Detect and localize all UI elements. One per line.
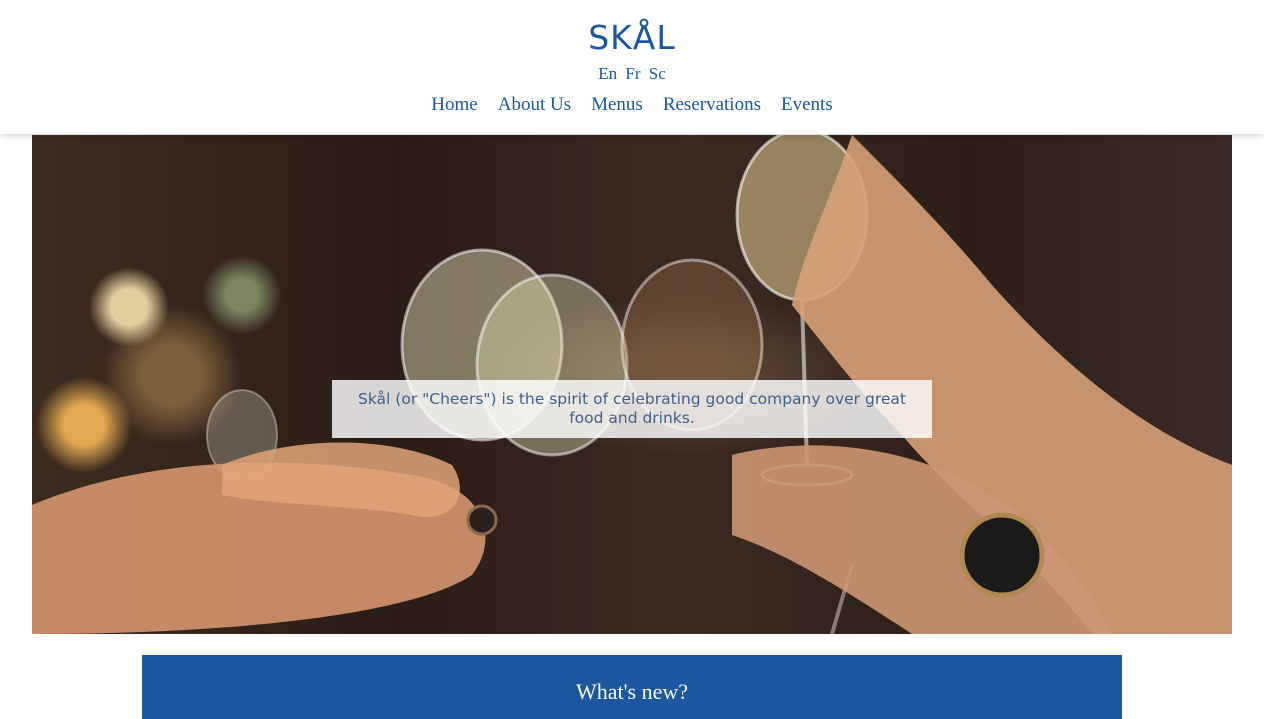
site-header: SKÅL En Fr Sc Home About Us Menus Reserv… bbox=[0, 0, 1264, 134]
language-fr[interactable]: Fr bbox=[625, 64, 640, 83]
language-en[interactable]: En bbox=[598, 64, 617, 83]
nav-reservations[interactable]: Reservations bbox=[663, 94, 761, 116]
hero-image: Skål (or "Cheers") is the spirit of cele… bbox=[32, 135, 1232, 634]
whats-new-heading: What's new? bbox=[575, 679, 689, 704]
hero-caption: Skål (or "Cheers") is the spirit of cele… bbox=[332, 380, 932, 438]
nav-events[interactable]: Events bbox=[781, 94, 833, 116]
main-nav: Home About Us Menus Reservations Events bbox=[0, 94, 1264, 116]
nav-home[interactable]: Home bbox=[431, 94, 477, 116]
site-logo[interactable]: SKÅL bbox=[0, 18, 1264, 57]
language-sc[interactable]: Sc bbox=[649, 64, 666, 83]
nav-menus[interactable]: Menus bbox=[591, 94, 643, 116]
language-switcher: En Fr Sc bbox=[0, 64, 1264, 84]
whats-new-section: What's new? bbox=[142, 655, 1122, 719]
nav-about-us[interactable]: About Us bbox=[498, 94, 571, 116]
